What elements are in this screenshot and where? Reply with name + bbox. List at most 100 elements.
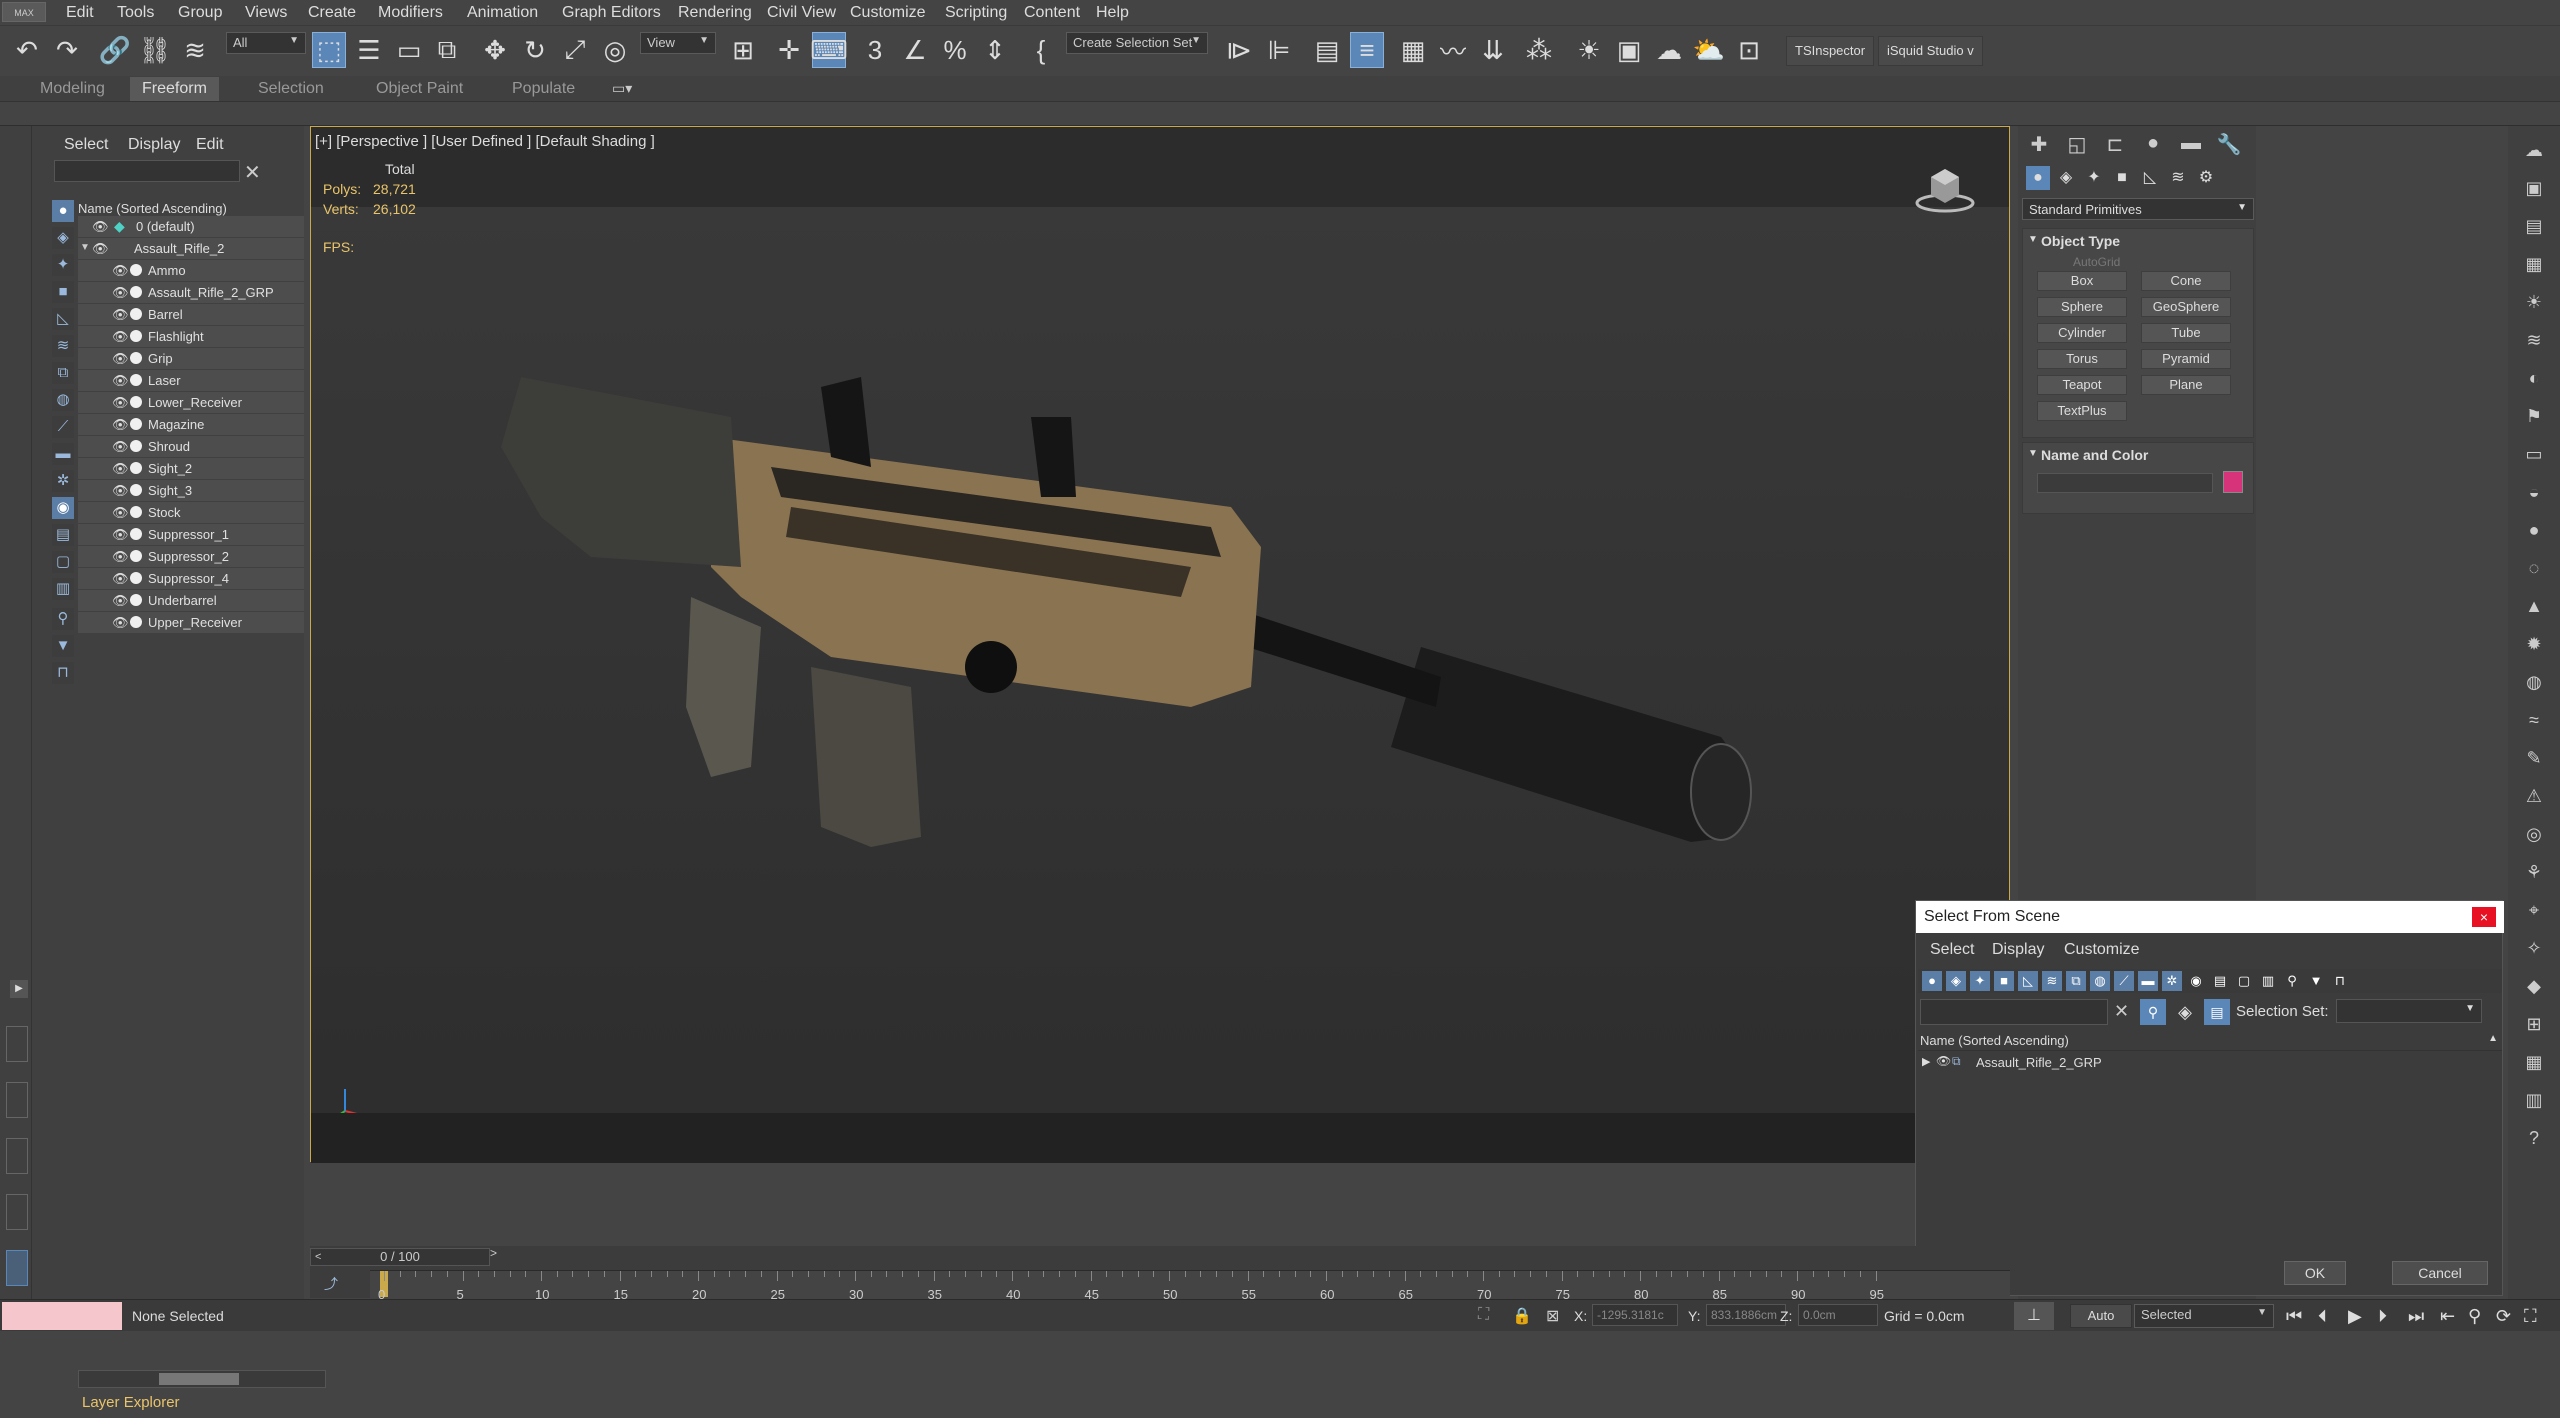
viewport-layout-1[interactable] xyxy=(6,1026,28,1062)
plugin-tool-icon[interactable]: ▦ xyxy=(2522,254,2546,278)
schematic-view-icon[interactable]: ⇊ xyxy=(1476,32,1510,68)
visibility-eye-icon[interactable]: 👁 xyxy=(112,549,129,564)
plugin-tool-icon[interactable]: ☁ xyxy=(2522,140,2546,164)
viewport-layout-3[interactable] xyxy=(6,1138,28,1174)
curve-editor-icon[interactable]: 〰 xyxy=(1436,32,1470,68)
go-to-start-icon[interactable]: ⏮ xyxy=(2286,1306,2302,1327)
render-cloud-icon[interactable]: ⛅ xyxy=(1692,32,1726,68)
visibility-eye-icon[interactable]: 👁 xyxy=(92,241,109,256)
cameras-filter-icon[interactable]: ■ xyxy=(1994,971,2014,991)
plugin-tool-icon[interactable]: ≋ xyxy=(2522,330,2546,354)
expand-toggle-icon[interactable]: ▶ xyxy=(1922,1055,1930,1068)
cancel-button[interactable]: Cancel xyxy=(2392,1261,2488,1285)
timeline-ruler[interactable]: 0 5 10 15 20 25 30 35 40 45 50 55 60 65 70 75 80 85 90 95 xyxy=(370,1270,2010,1302)
cameras-filter-icon[interactable]: ■ xyxy=(52,281,74,303)
geometry-icon[interactable]: ● xyxy=(2026,166,2050,190)
geometry-filter-icon[interactable]: ● xyxy=(52,200,74,222)
hierarchy-tab-icon[interactable]: ⊏ xyxy=(2100,132,2130,162)
xrefs-filter-icon[interactable]: ◍ xyxy=(52,389,74,411)
tree-row-layer[interactable]: 👁 ◆ 0 (default) xyxy=(78,216,304,237)
scrollbar-thumb[interactable] xyxy=(159,1373,239,1385)
viewport-layout-4[interactable] xyxy=(6,1194,28,1230)
tree-row-object[interactable]: 👁 Stock xyxy=(78,502,304,523)
menu-modifiers[interactable]: Modifiers xyxy=(378,4,443,22)
play-icon[interactable]: ▶ xyxy=(2348,1306,2362,1327)
primitive-category-dropdown[interactable]: Standard Primitives ▼ xyxy=(2022,198,2254,220)
primitive-button[interactable]: Torus xyxy=(2037,349,2127,369)
primitive-button[interactable]: Plane xyxy=(2141,375,2231,395)
groups-filter-icon[interactable]: ⧉ xyxy=(52,362,74,384)
select-object-icon[interactable]: ⬚ xyxy=(312,32,346,68)
isquid-studio-button[interactable]: iSquid Studio v xyxy=(1878,36,1983,66)
bind-spacewarp-icon[interactable]: ≋ xyxy=(178,32,212,68)
tree-row-object[interactable]: 👁 Grip xyxy=(78,348,304,369)
tree-row-object[interactable]: 👁 Assault_Rifle_2_GRP xyxy=(78,282,304,303)
pivot-center-icon[interactable]: ⊞ xyxy=(726,32,760,68)
key-filter-dropdown[interactable]: Selected ▼ xyxy=(2134,1304,2274,1328)
spacewarps-filter-icon[interactable]: ≋ xyxy=(52,335,74,357)
explorer-menu-edit[interactable]: Edit xyxy=(196,136,224,154)
viewcube-icon[interactable] xyxy=(1915,165,1975,215)
dialog-search-input[interactable] xyxy=(1920,999,2108,1025)
reference-coordinate-dropdown[interactable]: View ▼ xyxy=(640,32,716,54)
angle-snap-icon[interactable]: ∠ xyxy=(898,32,932,68)
helpers-icon[interactable]: ◺ xyxy=(2138,166,2162,190)
primitive-button[interactable]: Tube xyxy=(2141,323,2231,343)
unlink-icon[interactable]: ⛓ xyxy=(138,32,172,68)
mirror-icon[interactable]: ⧐ xyxy=(1222,32,1256,68)
expand-arrow-icon[interactable]: ▶ xyxy=(10,980,28,998)
primitive-button[interactable]: Cone xyxy=(2141,271,2231,291)
menu-animation[interactable]: Animation xyxy=(467,4,538,22)
plugin-tool-icon[interactable]: ▲ xyxy=(2522,596,2546,620)
layer-explorer-icon[interactable]: ▤ xyxy=(1310,32,1344,68)
go-to-end-icon[interactable]: ⏭ xyxy=(2408,1306,2424,1327)
render-production-icon[interactable]: ☁ xyxy=(1652,32,1686,68)
filter-toggle-icon[interactable]: ⚲ xyxy=(2140,999,2166,1025)
selection-lock-icon[interactable]: 🔒 xyxy=(1512,1306,1532,1326)
dialog-menu-customize[interactable]: Customize xyxy=(2064,941,2140,959)
selection-filter-dropdown[interactable]: All ▼ xyxy=(226,32,306,54)
plugin-tool-icon[interactable]: ▦ xyxy=(2522,1052,2546,1076)
shapes-icon[interactable]: ◈ xyxy=(2054,166,2078,190)
maxscript-listener-mini[interactable] xyxy=(2,1302,122,1330)
tree-row-object[interactable]: 👁 Suppressor_4 xyxy=(78,568,304,589)
expand-toggle-icon[interactable]: ▼ xyxy=(80,242,90,253)
plugin-tool-icon[interactable]: ▤ xyxy=(2522,216,2546,240)
named-selection-dropdown[interactable]: Create Selection Set ▼ xyxy=(1066,32,1208,54)
plugin-tool-icon[interactable]: ⊞ xyxy=(2522,1014,2546,1038)
ribbon-toggle-icon[interactable]: ▦ xyxy=(1396,32,1430,68)
plugin-tool-icon[interactable]: ⌖ xyxy=(2522,900,2546,924)
display-influences-icon[interactable]: ▢ xyxy=(52,551,74,573)
plugin-tool-icon[interactable]: ✎ xyxy=(2522,748,2546,772)
menu-create[interactable]: Create xyxy=(308,4,356,22)
tree-row-object[interactable]: 👁 Underbarrel xyxy=(78,590,304,611)
visibility-eye-icon[interactable]: 👁 xyxy=(112,461,129,476)
menu-group[interactable]: Group xyxy=(178,4,222,22)
key-mode-icon[interactable]: ⇤ xyxy=(2440,1306,2455,1327)
auto-key-button[interactable]: Auto xyxy=(2070,1304,2132,1328)
previous-frame-icon[interactable]: ⏴ xyxy=(2318,1306,2327,1327)
edit-named-selection-icon[interactable]: { xyxy=(1024,32,1058,68)
container-filter-icon[interactable]: ⊓ xyxy=(2330,971,2350,991)
plugin-tool-icon[interactable]: ◐ xyxy=(2522,368,2546,392)
menu-content[interactable]: Content xyxy=(1024,4,1080,22)
tree-row-object[interactable]: 👁 Sight_3 xyxy=(78,480,304,501)
tab-modeling[interactable]: Modeling xyxy=(28,77,117,101)
object-type-title[interactable]: Object Type xyxy=(2041,233,2120,249)
dependents-filter-icon[interactable]: ▥ xyxy=(2258,971,2278,991)
plugin-tool-icon[interactable]: ? xyxy=(2522,1128,2546,1152)
bones-filter-icon[interactable]: ⟋ xyxy=(52,416,74,438)
name-color-title[interactable]: Name and Color xyxy=(2041,447,2148,463)
visibility-eye-icon[interactable]: 👁 xyxy=(112,307,129,322)
visibility-eye-icon[interactable]: 👁 xyxy=(112,505,129,520)
snaps-toggle-icon[interactable]: 3 xyxy=(858,32,892,68)
menu-edit[interactable]: Edit xyxy=(66,4,94,22)
lights-filter-icon[interactable]: ✦ xyxy=(1970,971,1990,991)
lights-icon[interactable]: ✦ xyxy=(2082,166,2106,190)
spacewarps-icon[interactable]: ≋ xyxy=(2166,166,2190,190)
plugin-tool-icon[interactable]: ◌ xyxy=(2522,558,2546,582)
menu-civil-view[interactable]: Civil View xyxy=(767,4,836,22)
viewport-label-menu[interactable]: [+] [Perspective ] [User Defined ] [Defa… xyxy=(315,133,655,150)
visibility-eye-icon[interactable]: 👁 xyxy=(112,571,129,586)
display-hidden-icon[interactable]: ◉ xyxy=(52,497,74,519)
